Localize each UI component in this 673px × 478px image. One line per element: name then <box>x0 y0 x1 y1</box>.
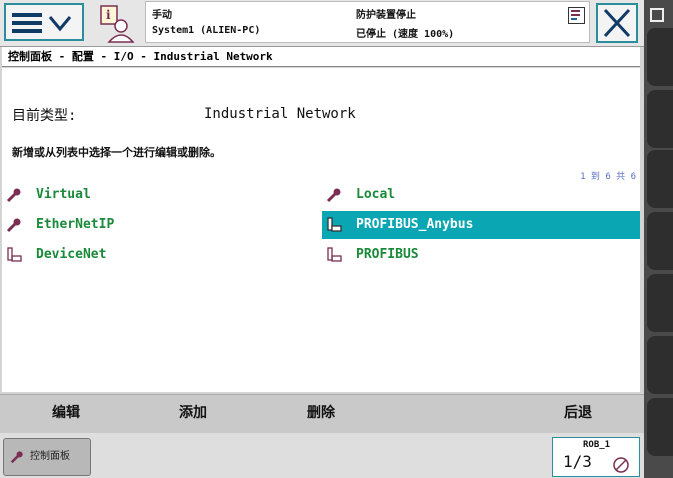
list-item-label: DeviceNet <box>36 247 107 262</box>
edit-button[interactable]: 编辑 <box>6 395 126 433</box>
close-x-icon <box>603 8 631 38</box>
robot-name: ROB_1 <box>583 440 611 450</box>
list-item-ethernetip[interactable]: EtherNetIP <box>2 211 320 239</box>
list-item-profibus[interactable]: PROFIBUS <box>322 241 640 269</box>
wrench-icon <box>6 218 21 233</box>
top-bar: i 手动 System1 (ALIEN-PC) 防护装置停止 已停止 (速度 1… <box>0 0 644 47</box>
event-log-icon[interactable] <box>568 7 585 24</box>
taskbar: 控制面板 ROB_1 1/3 <box>0 433 644 478</box>
side-button[interactable] <box>647 336 673 394</box>
breadcrumb: 控制面板 - 配置 - I/O - Industrial Network <box>2 47 640 67</box>
command-bar: 编辑 添加 删除 后退 <box>0 394 644 433</box>
status-panel: 手动 System1 (ALIEN-PC) 防护装置停止 已停止 (速度 100… <box>145 1 590 43</box>
main-menu-button[interactable] <box>4 3 84 41</box>
side-button[interactable] <box>647 212 673 270</box>
network-device-icon <box>327 217 342 232</box>
list-item-label: PROFIBUS_Anybus <box>356 217 474 232</box>
svg-text:i: i <box>106 8 111 22</box>
mode-text: 手动 <box>152 10 172 21</box>
network-device-icon <box>7 247 22 262</box>
taskbar-control-panel-label: 控制面板 <box>30 451 70 462</box>
main-panel: 目前类型: Industrial Network 新增或从列表中选择一个进行编辑… <box>2 68 640 392</box>
list-item-label: Local <box>356 187 396 202</box>
hamburger-chevron-icon <box>12 13 72 33</box>
network-device-icon <box>327 247 342 262</box>
list-item-label: EtherNetIP <box>36 217 115 232</box>
side-button[interactable] <box>647 150 673 208</box>
back-button[interactable]: 后退 <box>518 395 638 433</box>
side-button[interactable] <box>647 398 673 456</box>
motion-status-icon <box>613 457 629 473</box>
system-text: System1 (ALIEN-PC) <box>152 25 261 36</box>
delete-button[interactable]: 删除 <box>261 395 381 433</box>
list-item-virtual[interactable]: Virtual <box>2 181 320 209</box>
current-type-label: 目前类型: <box>12 108 77 124</box>
safety-text: 防护装置停止 <box>356 10 416 21</box>
taskbar-control-panel[interactable]: 控制面板 <box>3 438 91 476</box>
list-item-label: PROFIBUS <box>356 247 419 262</box>
side-strip <box>644 0 673 478</box>
state-text: 已停止 (速度 100%) <box>356 29 455 40</box>
wrench-icon <box>10 451 23 464</box>
list-item-profibus-anybus[interactable]: PROFIBUS_Anybus <box>322 211 640 239</box>
list-item-local[interactable]: Local <box>322 181 640 209</box>
window-square-icon <box>650 8 664 22</box>
robot-fraction: 1/3 <box>563 452 592 471</box>
add-button[interactable]: 添加 <box>133 395 253 433</box>
close-button[interactable] <box>596 3 638 43</box>
wrench-icon <box>326 188 341 203</box>
wrench-icon <box>6 188 21 203</box>
operator-info-icon[interactable]: i <box>97 4 137 44</box>
list-item-label: Virtual <box>36 187 91 202</box>
side-button[interactable] <box>647 90 673 148</box>
instruction-text: 新增或从列表中选择一个进行编辑或删除。 <box>12 146 221 159</box>
list-item-devicenet[interactable]: DeviceNet <box>2 241 320 269</box>
side-button[interactable] <box>647 274 673 332</box>
side-button[interactable] <box>647 28 673 86</box>
robot-status-button[interactable]: ROB_1 1/3 <box>552 437 640 477</box>
current-type-value: Industrial Network <box>204 106 356 122</box>
